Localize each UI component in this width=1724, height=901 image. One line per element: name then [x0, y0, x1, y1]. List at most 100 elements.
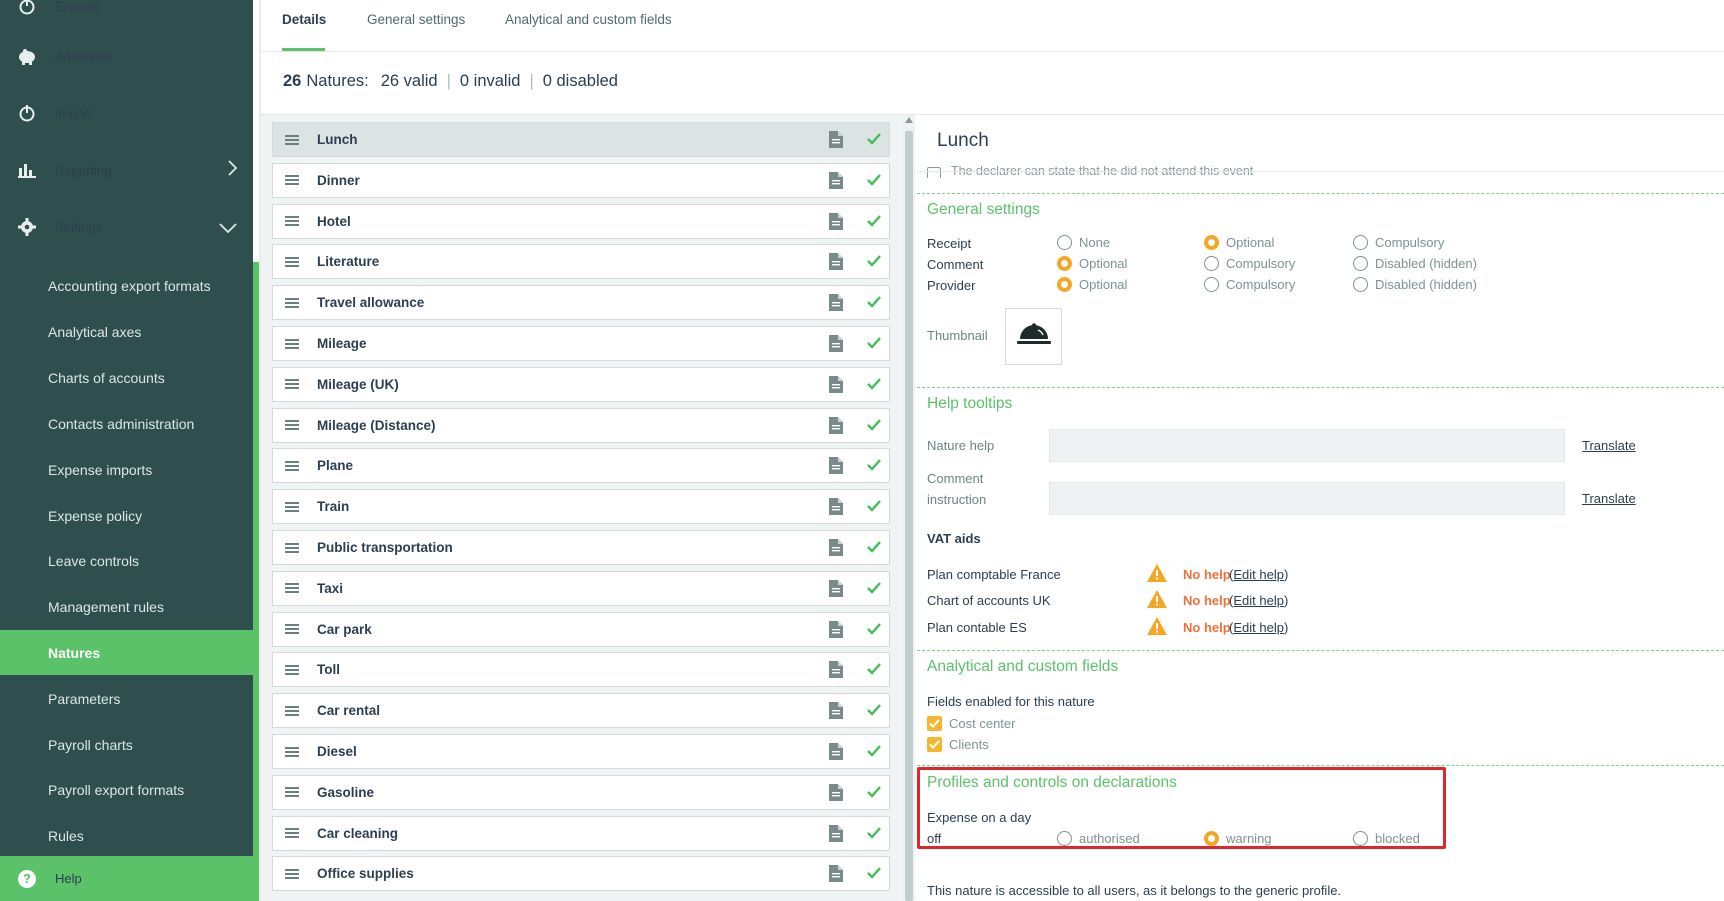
radio-comment-optional[interactable]: Optional: [1057, 256, 1127, 271]
radio-receipt-none[interactable]: None: [1057, 235, 1110, 250]
sidebar-item-natures[interactable]: Natures: [0, 630, 253, 675]
radio-receipt-optional[interactable]: Optional: [1204, 235, 1274, 250]
drag-handle-icon[interactable]: [285, 134, 299, 145]
drag-handle-icon[interactable]: [285, 175, 299, 186]
nature-row[interactable]: Mileage: [272, 326, 890, 361]
sidebar-item-expense-policy[interactable]: Expense policy: [0, 493, 253, 538]
drag-handle-icon[interactable]: [285, 787, 299, 798]
scroll-up-arrow-icon[interactable]: [905, 117, 913, 123]
document-icon[interactable]: [829, 498, 843, 516]
drag-handle-icon[interactable]: [285, 868, 299, 879]
sidebar-item-management-rules[interactable]: Management rules: [0, 584, 253, 629]
valid-count[interactable]: 26 valid: [381, 72, 438, 91]
document-icon[interactable]: [829, 375, 843, 393]
document-icon[interactable]: [829, 824, 843, 842]
document-icon[interactable]: [829, 539, 843, 556]
document-icon[interactable]: [829, 294, 843, 312]
help-button[interactable]: ? Help: [0, 856, 259, 901]
drag-handle-icon[interactable]: [285, 746, 299, 757]
document-icon[interactable]: [829, 335, 843, 352]
sidebar-item-charts-of-accounts[interactable]: Charts of accounts: [0, 355, 253, 400]
edit-help-link[interactable]: Edit help: [1233, 593, 1284, 608]
nature-row[interactable]: Literature: [272, 244, 890, 280]
attendance-option[interactable]: The declarer can state that he did not a…: [927, 166, 1253, 178]
drag-handle-icon[interactable]: [285, 501, 299, 512]
radio-comment-compulsory[interactable]: Compulsory: [1204, 256, 1295, 271]
document-icon[interactable]: [829, 865, 843, 883]
drag-handle-icon[interactable]: [285, 379, 299, 390]
drag-handle-icon[interactable]: [285, 338, 299, 349]
document-icon[interactable]: [829, 131, 843, 148]
nature-row[interactable]: Toll: [272, 652, 890, 688]
disabled-count[interactable]: 0 disabled: [543, 72, 618, 91]
drag-handle-icon[interactable]: [285, 460, 299, 471]
drag-handle-icon[interactable]: [285, 828, 299, 839]
nature-row[interactable]: Car park: [272, 611, 890, 647]
sidebar-item-contacts-administration[interactable]: Contacts administration: [0, 401, 253, 446]
document-icon[interactable]: [829, 783, 843, 801]
sidebar-item-payroll-export-formats[interactable]: Payroll export formats: [0, 767, 253, 812]
nature-row[interactable]: Hotel: [272, 203, 890, 239]
document-icon[interactable]: [829, 743, 843, 760]
drag-handle-icon[interactable]: [285, 705, 299, 716]
list-scrollbar[interactable]: [903, 115, 915, 901]
nature-row[interactable]: Mileage (UK): [272, 366, 890, 402]
sidebar-item-accounting-export-formats[interactable]: Accounting export formats: [0, 263, 253, 308]
radio-receipt-compulsory[interactable]: Compulsory: [1353, 235, 1444, 250]
edit-help-link[interactable]: Edit help: [1233, 567, 1284, 582]
nature-row[interactable]: Gasoline: [272, 774, 890, 810]
scroll-thumb[interactable]: [905, 131, 913, 901]
nature-row[interactable]: Dinner: [272, 162, 890, 198]
drag-handle-icon[interactable]: [285, 664, 299, 675]
nature-row[interactable]: Train: [272, 489, 890, 525]
comment-instruction-input[interactable]: [1049, 482, 1565, 515]
sidebar-item-settings[interactable]: Settings: [0, 199, 253, 255]
sidebar-item-rules[interactable]: Rules: [0, 813, 253, 858]
nature-row[interactable]: Public transportation: [272, 530, 890, 565]
radio-comment-disabled[interactable]: Disabled (hidden): [1353, 256, 1477, 271]
drag-handle-icon[interactable]: [285, 583, 299, 594]
nature-row[interactable]: Mileage (Distance): [272, 407, 890, 443]
drag-handle-icon[interactable]: [285, 624, 299, 635]
drag-handle-icon[interactable]: [285, 216, 299, 227]
sidebar-item-advances[interactable]: Advances: [0, 28, 253, 84]
tab-general-settings[interactable]: General settings: [367, 12, 465, 27]
checkbox[interactable]: [927, 167, 941, 178]
invalid-count[interactable]: 0 invalid: [460, 72, 521, 91]
nature-row[interactable]: Plane: [272, 448, 890, 484]
checkbox-clients[interactable]: Clients: [927, 737, 989, 752]
radio-provider-optional[interactable]: Optional: [1057, 277, 1127, 292]
sidebar-item-payroll-charts[interactable]: Payroll charts: [0, 722, 253, 767]
radio-provider-disabled[interactable]: Disabled (hidden): [1353, 277, 1477, 292]
document-icon[interactable]: [829, 661, 843, 679]
sidebar-item-leave-controls[interactable]: Leave controls: [0, 538, 253, 583]
sidebar-item-parameters[interactable]: Parameters: [0, 676, 253, 721]
translate-nature-help-link[interactable]: Translate: [1582, 438, 1636, 453]
drag-handle-icon[interactable]: [285, 256, 299, 267]
document-icon[interactable]: [829, 457, 843, 475]
document-icon[interactable]: [829, 702, 843, 720]
thumbnail-picker[interactable]: [1005, 308, 1062, 365]
sidebar-item-expense-imports[interactable]: Expense imports: [0, 447, 253, 492]
radio-provider-compulsory[interactable]: Compulsory: [1204, 277, 1295, 292]
document-icon[interactable]: [829, 212, 843, 230]
nature-row[interactable]: Car rental: [272, 693, 890, 729]
nature-help-input[interactable]: [1049, 429, 1565, 462]
tab-details[interactable]: Details: [282, 12, 326, 27]
nature-row[interactable]: Car cleaning: [272, 815, 890, 851]
nature-row[interactable]: Diesel: [272, 734, 890, 769]
translate-comment-instruction-link[interactable]: Translate: [1582, 491, 1636, 506]
sidebar-item-reporting[interactable]: Reporting: [0, 142, 253, 198]
drag-handle-icon[interactable]: [285, 297, 299, 308]
sidebar-item-analytical-axes[interactable]: Analytical axes: [0, 309, 253, 354]
nature-row[interactable]: Office supplies: [272, 856, 890, 892]
nature-row[interactable]: Travel allowance: [272, 285, 890, 321]
nature-row[interactable]: Lunch: [272, 122, 890, 157]
document-icon[interactable]: [829, 579, 843, 597]
checkbox-cost-center[interactable]: Cost center: [927, 716, 1015, 731]
drag-handle-icon[interactable]: [285, 420, 299, 431]
edit-help-link[interactable]: Edit help: [1233, 620, 1284, 635]
document-icon[interactable]: [829, 253, 843, 271]
drag-handle-icon[interactable]: [285, 542, 299, 553]
document-icon[interactable]: [829, 416, 843, 434]
